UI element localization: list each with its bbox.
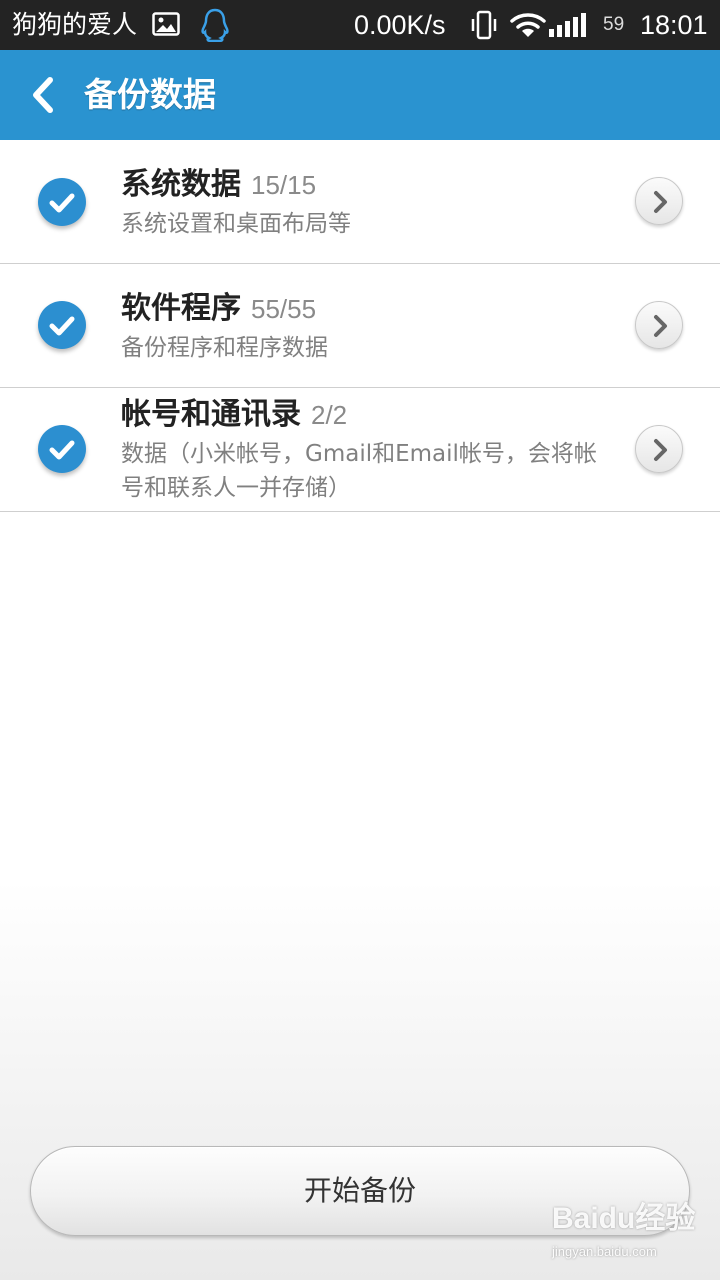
title-bar: 备份数据 [0, 50, 720, 140]
list-item-software[interactable]: 软件程序 55/55 备份程序和程序数据 [0, 264, 720, 388]
item-count: 55/55 [251, 294, 317, 324]
status-bar: 狗狗的爱人 0.00K/s 59 18:01 [0, 0, 720, 50]
chevron-left-icon [22, 77, 68, 124]
wifi-icon [510, 12, 546, 38]
signal-icon [548, 12, 586, 38]
item-description: 系统设置和桌面布局等 [121, 211, 351, 237]
detail-button[interactable] [635, 425, 683, 473]
back-button[interactable] [22, 70, 68, 120]
checkbox[interactable] [38, 178, 86, 226]
list-item-system-data[interactable]: 系统数据 15/15 系统设置和桌面布局等 [0, 140, 720, 264]
checkbox[interactable] [38, 301, 86, 349]
item-title-text: 软件程序 [121, 291, 241, 326]
carrier-name: 狗狗的爱人 [12, 10, 138, 39]
detail-button[interactable] [635, 301, 683, 349]
item-title-text: 系统数据 [121, 167, 241, 202]
detail-button[interactable] [635, 177, 683, 225]
item-count: 2/2 [311, 400, 348, 430]
clock: 18:01 [640, 10, 708, 40]
photo-icon [152, 12, 180, 36]
item-title-text: 帐号和通讯录 [121, 397, 301, 432]
watermark-brand: Baidu经验 [552, 1202, 696, 1235]
list-item-accounts-contacts[interactable]: 帐号和通讯录 2/2 数据（小米帐号，Gmail和Email帐号，会将帐号和联系人… [0, 388, 720, 512]
network-speed: 0.00K/s [354, 10, 446, 40]
watermark-url: jingyan.baidu.com [552, 1244, 657, 1259]
item-description: 备份程序和程序数据 [121, 335, 328, 361]
item-title: 软件程序 55/55 [121, 289, 316, 329]
baidu-watermark: Baidu经验 jingyan.baidu.com [552, 1196, 696, 1268]
item-count: 15/15 [251, 170, 317, 200]
qq-penguin-icon [199, 8, 231, 43]
checkbox[interactable] [38, 425, 86, 473]
item-title: 帐号和通讯录 2/2 [121, 395, 347, 435]
item-description: 数据（小米帐号，Gmail和Email帐号，会将帐号和联系人一并存储） [121, 441, 597, 501]
page-title: 备份数据 [84, 75, 216, 114]
vibrate-icon [470, 10, 498, 40]
item-title: 系统数据 15/15 [121, 165, 316, 205]
battery-level: 59 [603, 14, 625, 35]
